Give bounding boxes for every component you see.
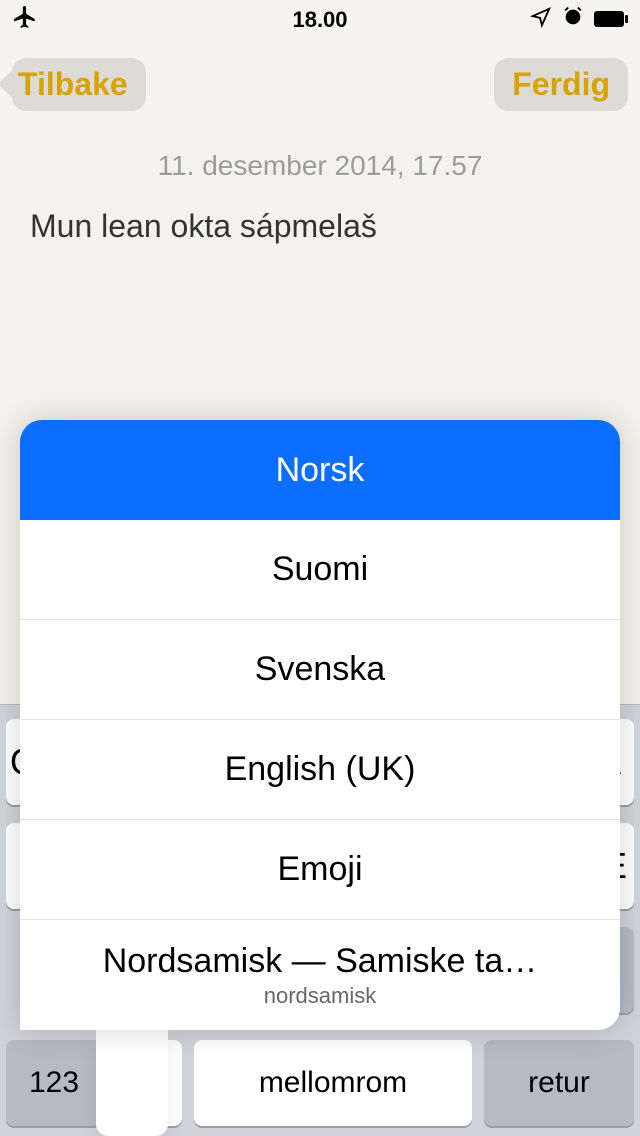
- language-option-suomi[interactable]: Suomi: [20, 520, 620, 620]
- note-text[interactable]: Mun lean okta sápmelaš: [30, 208, 610, 245]
- nav-bar: Tilbake Ferdig: [0, 40, 640, 128]
- space-key-label: mellomrom: [259, 1066, 407, 1100]
- language-option-label: Svenska: [255, 650, 385, 689]
- numeric-key[interactable]: 123: [6, 1040, 102, 1126]
- language-option-label: Emoji: [277, 850, 362, 889]
- space-key[interactable]: mellomrom: [194, 1040, 472, 1126]
- return-key-label: retur: [528, 1066, 590, 1100]
- language-option-svenska[interactable]: Svenska: [20, 620, 620, 720]
- language-picker-tail: [96, 1030, 168, 1136]
- done-button[interactable]: Ferdig: [494, 58, 628, 111]
- language-option-english-uk[interactable]: English (UK): [20, 720, 620, 820]
- language-option-label: Suomi: [272, 550, 368, 589]
- language-option-label: Norsk: [276, 451, 365, 490]
- language-option-sublabel: nordsamisk: [264, 983, 376, 1009]
- status-time: 18.00: [0, 7, 640, 33]
- note-date: 11. desember 2014, 17.57: [30, 150, 610, 182]
- back-button-label: Tilbake: [18, 66, 128, 103]
- back-button[interactable]: Tilbake: [12, 58, 146, 111]
- numeric-key-label: 123: [29, 1066, 79, 1100]
- done-button-label: Ferdig: [512, 66, 610, 102]
- language-option-label: Nordsamisk — Samiske ta…: [103, 942, 538, 981]
- return-key[interactable]: retur: [484, 1040, 634, 1126]
- language-picker-popup: Norsk Suomi Svenska English (UK) Emoji N…: [20, 420, 620, 1030]
- language-option-label: English (UK): [225, 750, 416, 789]
- language-option-emoji[interactable]: Emoji: [20, 820, 620, 920]
- status-bar: 18.00: [0, 0, 640, 40]
- language-option-nordsamisk[interactable]: Nordsamisk — Samiske ta… nordsamisk: [20, 920, 620, 1030]
- language-option-norsk[interactable]: Norsk: [20, 420, 620, 520]
